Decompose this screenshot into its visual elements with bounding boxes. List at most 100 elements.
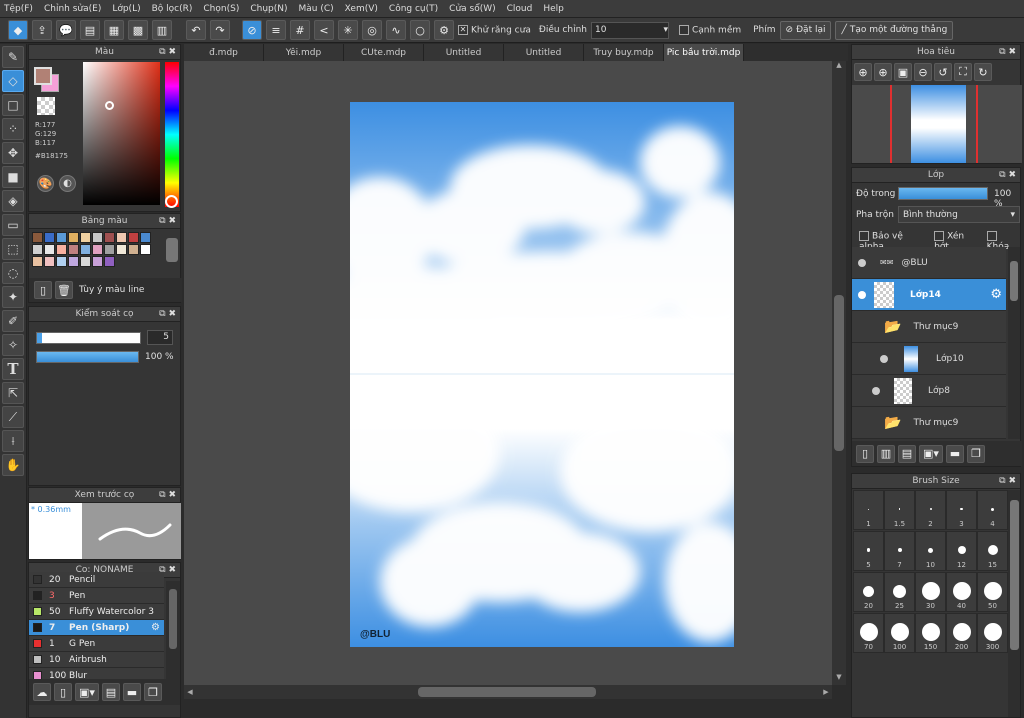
- snap-off-icon[interactable]: ⊘: [242, 20, 262, 40]
- menu-item[interactable]: Chụp(N): [250, 4, 287, 14]
- eyedropper-tool-icon[interactable]: ⟊: [2, 430, 24, 452]
- brush-row[interactable]: 20 Pencil: [29, 572, 164, 588]
- color-wheel-icon[interactable]: ◐: [59, 175, 76, 192]
- select-pen-tool-icon[interactable]: ✐: [2, 310, 24, 332]
- snap-settings-icon[interactable]: ⚙: [434, 20, 454, 40]
- panel-close-icon[interactable]: ⧉ ✖: [999, 476, 1016, 486]
- brush-settings-gear-icon[interactable]: ⚙: [151, 622, 160, 633]
- snap-curve-icon[interactable]: ∿: [386, 20, 406, 40]
- snap-ellipse-icon[interactable]: ○: [410, 20, 430, 40]
- brush-row[interactable]: 50 Fluffy Watercolor 3: [29, 604, 164, 620]
- export-icon[interactable]: ⇪: [32, 20, 52, 40]
- palette-swatch[interactable]: [92, 256, 103, 267]
- palette-swatch[interactable]: [68, 244, 79, 255]
- palette-swatch[interactable]: [44, 232, 55, 243]
- hue-handle[interactable]: [165, 195, 178, 208]
- antialias-checkbox[interactable]: ✕ Khử răng cưa: [458, 24, 531, 35]
- palette-swatch[interactable]: [56, 256, 67, 267]
- palette-swatch[interactable]: [80, 244, 91, 255]
- panel-close-icon[interactable]: ⧉ ✖: [159, 490, 176, 500]
- main-color-swatch[interactable]: [34, 67, 52, 85]
- brush-tool-icon[interactable]: ✎: [2, 46, 24, 68]
- palette-swatch[interactable]: [104, 256, 115, 267]
- panel-close-icon[interactable]: ⧉ ✖: [159, 47, 176, 57]
- zoom-out-icon[interactable]: ⊖: [914, 63, 932, 81]
- document-tab[interactable]: Untitled: [424, 44, 504, 61]
- panel-close-icon[interactable]: ⧉ ✖: [159, 309, 176, 319]
- redo-icon[interactable]: ↷: [210, 20, 230, 40]
- fit-screen-icon[interactable]: ▣: [894, 63, 912, 81]
- layer-settings-gear-icon[interactable]: ⚙: [990, 287, 1002, 302]
- snap-parallel-icon[interactable]: ≡: [266, 20, 286, 40]
- brush-size-cell[interactable]: 5: [853, 531, 884, 571]
- select-tool-icon[interactable]: ⬚: [2, 238, 24, 260]
- palette-swatch[interactable]: [92, 232, 103, 243]
- divide-tool-icon[interactable]: ⟋: [2, 406, 24, 428]
- brush-size-cell[interactable]: 100: [884, 613, 915, 653]
- rotate-right-icon[interactable]: ↻: [974, 63, 992, 81]
- palette-swatch[interactable]: [140, 232, 151, 243]
- menu-item[interactable]: Màu (C): [299, 4, 334, 14]
- palette-scrollbar[interactable]: [166, 238, 178, 262]
- vertical-scrollbar[interactable]: ▲ ▼: [832, 61, 846, 685]
- duplicate-layer-icon[interactable]: ❐: [967, 444, 985, 463]
- palette-swatch[interactable]: [32, 244, 43, 255]
- brush-size-cell[interactable]: 25: [884, 572, 915, 612]
- layer-opacity-slider[interactable]: [898, 187, 988, 200]
- horizontal-scrollbar[interactable]: ◀ ▶: [184, 685, 832, 699]
- document-tab[interactable]: Yêi.mdp: [264, 44, 344, 61]
- new-8bit-layer-icon[interactable]: ▤: [898, 444, 916, 463]
- document-tab[interactable]: Untitled: [504, 44, 584, 61]
- palette-swatch[interactable]: [140, 244, 151, 255]
- brush-size-cell[interactable]: 2: [915, 490, 946, 530]
- menu-item[interactable]: Xem(V): [345, 4, 378, 14]
- move-tool-icon[interactable]: ✥: [2, 142, 24, 164]
- add-layer-menu-icon[interactable]: ▣▾: [919, 444, 943, 463]
- layer-row[interactable]: Lớp10: [852, 343, 1006, 375]
- brush-size-cell[interactable]: 12: [946, 531, 977, 571]
- brush-row[interactable]: 10 Airbrush: [29, 652, 164, 668]
- add-brush-icon[interactable]: ▣▾: [75, 683, 99, 701]
- transparent-swatch[interactable]: [37, 97, 55, 115]
- document-tab[interactable]: CUte.mdp: [344, 44, 424, 61]
- menu-item[interactable]: Công cụ(T): [389, 4, 438, 14]
- brush-size-cell[interactable]: 15: [977, 531, 1008, 571]
- zoom-in-icon[interactable]: ⊕: [854, 63, 872, 81]
- brush-size-cell[interactable]: 200: [946, 613, 977, 653]
- canvas-artwork[interactable]: @BLU: [350, 102, 734, 647]
- menu-item[interactable]: Tệp(F): [4, 4, 33, 14]
- new-folder-icon[interactable]: ▬: [946, 444, 964, 463]
- rotate-left-icon[interactable]: ↺: [934, 63, 952, 81]
- navigator-preview[interactable]: [852, 85, 1022, 163]
- brush-size-cell[interactable]: 10: [915, 531, 946, 571]
- adjust-select[interactable]: 10 ▾: [590, 21, 669, 39]
- snap-circle-icon[interactable]: ◎: [362, 20, 382, 40]
- palette-swatch[interactable]: [32, 232, 43, 243]
- palette-swatch[interactable]: [116, 232, 127, 243]
- new-palette-icon[interactable]: ▯: [34, 281, 52, 299]
- grid-doc-icon[interactable]: ▩: [128, 20, 148, 40]
- duplicate-brush-icon[interactable]: ❐: [144, 683, 162, 701]
- palette-swatch[interactable]: [92, 244, 103, 255]
- palette-swatch[interactable]: [68, 232, 79, 243]
- brush-row[interactable]: 7 Pen (Sharp) ⚙: [29, 620, 164, 636]
- layer-list-scrollbar[interactable]: [1008, 247, 1020, 439]
- bucket-tool-icon[interactable]: ◈: [2, 190, 24, 212]
- fullscreen-icon[interactable]: ⛶: [954, 63, 972, 81]
- palette-swatch[interactable]: [68, 256, 79, 267]
- document-icon[interactable]: ▦: [104, 20, 124, 40]
- visibility-icon[interactable]: [880, 354, 888, 363]
- layout-icon[interactable]: ▥: [152, 20, 172, 40]
- visibility-icon[interactable]: [858, 290, 866, 299]
- brush-size-cell[interactable]: 40: [946, 572, 977, 612]
- panel-close-icon[interactable]: ⧉ ✖: [159, 216, 176, 226]
- palette-swatch[interactable]: [56, 244, 67, 255]
- dot-brush-tool-icon[interactable]: ⁘: [2, 118, 24, 140]
- gradient-tool-icon[interactable]: ▭: [2, 214, 24, 236]
- palette-swatch[interactable]: [128, 244, 139, 255]
- menu-item[interactable]: Cửa sổ(W): [449, 4, 495, 14]
- brush-size-scrollbar[interactable]: [1008, 490, 1020, 717]
- palette-swatch[interactable]: [104, 232, 115, 243]
- document-tab[interactable]: Truy buy.mdp: [584, 44, 664, 61]
- brush-size-cell[interactable]: 30: [915, 572, 946, 612]
